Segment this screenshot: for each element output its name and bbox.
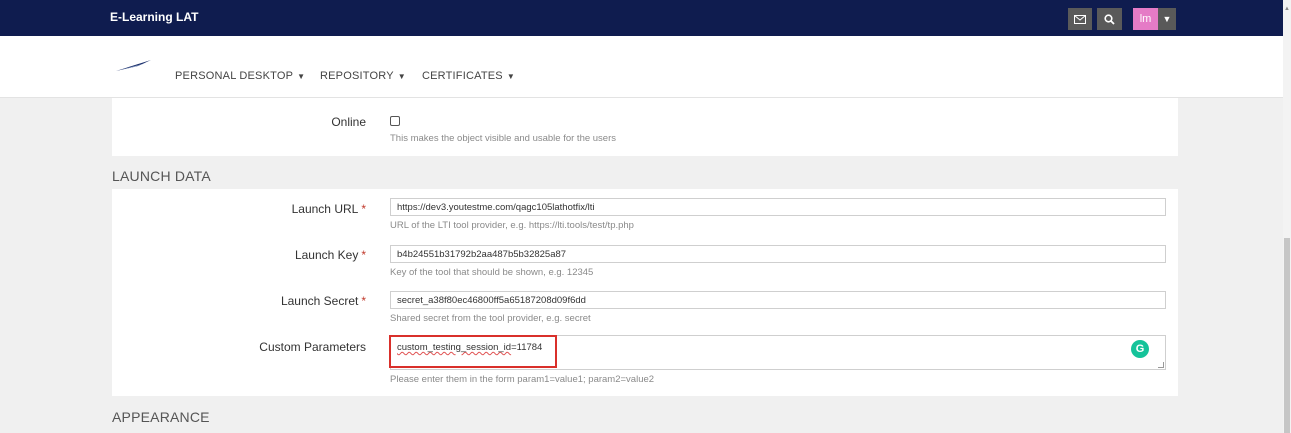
- online-checkbox[interactable]: [390, 116, 400, 126]
- online-help-text: This makes the object visible and usable…: [390, 133, 617, 144]
- nav-personal-desktop[interactable]: PERSONAL DESKTOP ▼: [175, 70, 305, 82]
- avatar-initials: lm: [1139, 13, 1152, 25]
- user-avatar[interactable]: lm: [1133, 8, 1158, 30]
- envelope-icon: [1074, 14, 1086, 24]
- magnifier-icon: [1104, 13, 1115, 25]
- user-menu-toggle[interactable]: ▼: [1158, 8, 1176, 30]
- custom-parameters-label: Custom Parameters: [259, 340, 366, 354]
- search-button[interactable]: [1097, 8, 1122, 30]
- caret-down-icon: ▼: [397, 72, 406, 81]
- caret-down-icon: ▼: [506, 72, 515, 81]
- launch-key-input[interactable]: b4b24551b31792b2aa487b5b32825a87: [390, 245, 1166, 263]
- launch-url-label: Launch URL *: [291, 202, 366, 216]
- nav-personal-desktop-label: PERSONAL DESKTOP: [175, 70, 294, 82]
- launch-secret-help: Shared secret from the tool provider, e.…: [390, 313, 591, 324]
- caret-down-icon: ▼: [297, 72, 306, 81]
- caret-down-icon: ▼: [1162, 14, 1172, 24]
- brand-title[interactable]: E-Learning LAT: [110, 10, 198, 24]
- online-label: Online: [331, 115, 366, 129]
- launch-key-help: Key of the tool that should be shown, e.…: [390, 267, 594, 278]
- availability-panel: [112, 98, 1178, 156]
- launch-data-heading: LAUNCH DATA: [112, 168, 211, 184]
- launch-url-input[interactable]: https://dev3.youtestme.com/qagc105lathot…: [390, 198, 1166, 216]
- nav-certificates-label: CERTIFICATES: [422, 70, 503, 82]
- launch-secret-input[interactable]: secret_a38f80ec46800ff5a65187208d09f6dd: [390, 291, 1166, 309]
- launch-url-help: URL of the LTI tool provider, e.g. https…: [390, 220, 634, 231]
- mail-button[interactable]: [1068, 8, 1092, 30]
- grammarly-icon[interactable]: G: [1131, 340, 1149, 358]
- launch-secret-label: Launch Secret *: [280, 294, 366, 308]
- nav-repository-label: REPOSITORY: [320, 70, 394, 82]
- top-bar: E-Learning LAT lm ▼: [0, 0, 1291, 36]
- nav-certificates[interactable]: CERTIFICATES ▼: [422, 70, 515, 82]
- scrollbar-thumb[interactable]: [1284, 238, 1290, 433]
- custom-parameters-help: Please enter them in the form param1=val…: [390, 374, 655, 385]
- top-bar-background: E-Learning LAT lm ▼: [0, 0, 1283, 36]
- main-navigation: PERSONAL DESKTOP ▼ REPOSITORY ▼ CERTIFICAT…: [0, 36, 1283, 98]
- highlight-box: [389, 335, 557, 368]
- scroll-up-arrow-icon[interactable]: ▲: [1284, 6, 1290, 12]
- appearance-heading: APPEARANCE: [112, 409, 210, 425]
- logo-icon[interactable]: [116, 60, 151, 72]
- launch-key-label: Launch Key *: [294, 248, 366, 262]
- resize-handle-icon[interactable]: [1158, 362, 1164, 368]
- nav-repository[interactable]: REPOSITORY ▼: [320, 70, 406, 82]
